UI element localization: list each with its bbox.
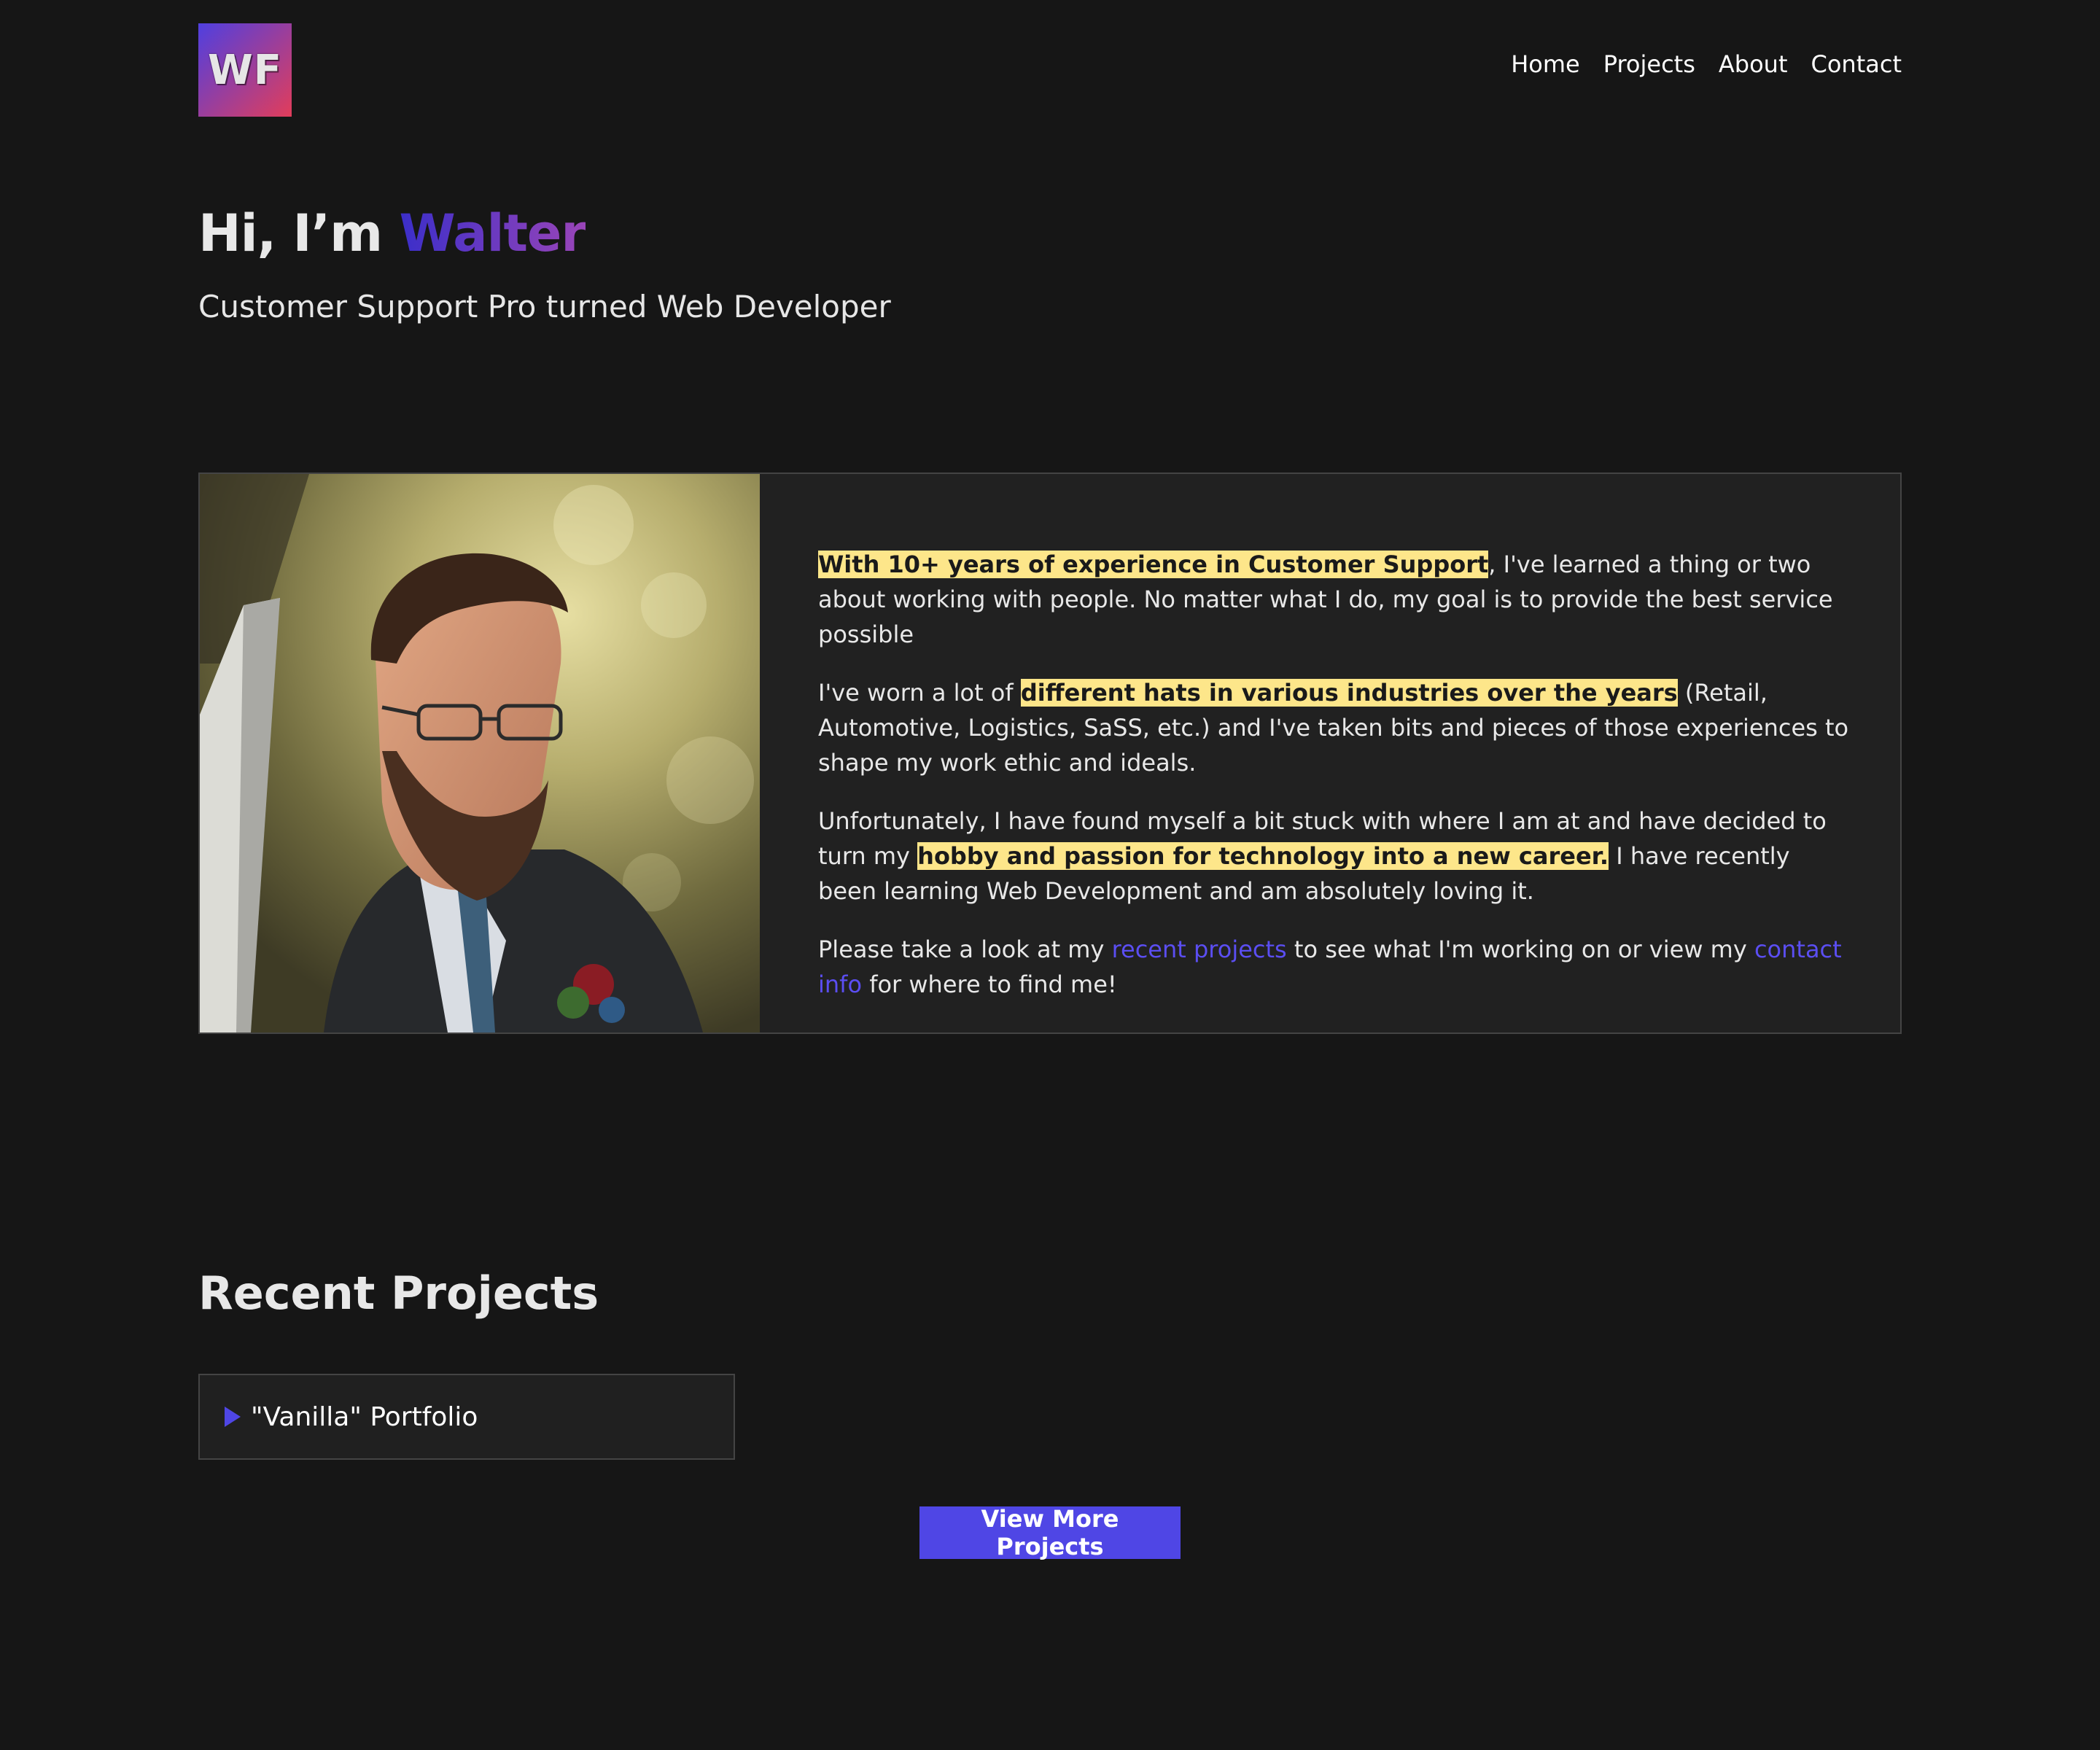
logo-text: WF <box>207 46 283 94</box>
view-more-projects-button[interactable]: View More Projects <box>919 1505 1181 1560</box>
disclosure-triangle-icon[interactable] <box>225 1407 241 1427</box>
profile-photo-illustration <box>200 474 760 1032</box>
profile-photo <box>200 474 760 1032</box>
about-paragraph-3: Unfortunately, I have found myself a bit… <box>818 804 1854 909</box>
hero-greeting: Hi, I’m <box>198 203 400 263</box>
about-text: With 10+ years of experience in Customer… <box>760 474 1900 1032</box>
about-paragraph-4: Please take a look at my recent projects… <box>818 932 1854 1002</box>
about-p4-pre: Please take a look at my <box>818 936 1112 963</box>
recent-projects-link[interactable]: recent projects <box>1112 936 1287 963</box>
nav-about-link[interactable]: About <box>1719 52 1788 76</box>
project-title: "Vanilla" Portfolio <box>251 1401 478 1432</box>
about-highlight-1: With 10+ years of experience in Customer… <box>818 551 1489 578</box>
project-item[interactable]: "Vanilla" Portfolio <box>198 1374 735 1460</box>
nav-contact-link[interactable]: Contact <box>1811 52 1902 76</box>
about-card: With 10+ years of experience in Customer… <box>198 472 1902 1034</box>
hero-name: Walter <box>399 203 586 263</box>
about-p2-pre: I've worn a lot of <box>818 679 1021 707</box>
hero-title: Hi, I’m Walter <box>198 206 586 262</box>
about-p4-text: for where to find me! <box>862 971 1117 998</box>
recent-projects-heading: Recent Projects <box>198 1267 599 1320</box>
hero-subtitle: Customer Support Pro turned Web Develope… <box>198 289 891 324</box>
about-paragraph-1: With 10+ years of experience in Customer… <box>818 547 1854 652</box>
about-p4-mid: to see what I'm working on or view my <box>1286 936 1754 963</box>
site-logo[interactable]: WF <box>198 23 292 117</box>
about-highlight-3: hobby and passion for technology into a … <box>917 842 1609 870</box>
nav-projects-link[interactable]: Projects <box>1603 52 1695 76</box>
about-paragraph-2: I've worn a lot of different hats in var… <box>818 675 1854 780</box>
main-nav: Home Projects About Contact <box>1511 52 1902 76</box>
nav-home-link[interactable]: Home <box>1511 52 1580 76</box>
about-highlight-2: different hats in various industries ove… <box>1020 679 1678 707</box>
